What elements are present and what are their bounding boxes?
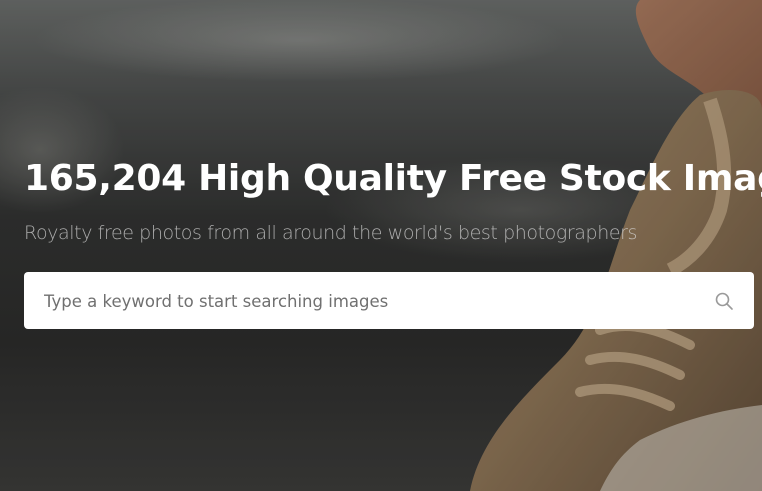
search-icon[interactable]	[714, 291, 734, 311]
search-input[interactable]	[42, 272, 706, 331]
hero-banner: 165,204 High Quality Free Stock Images R…	[0, 0, 762, 491]
page-title: 165,204 High Quality Free Stock Images	[24, 158, 762, 199]
search-bar	[24, 272, 754, 331]
dark-overlay	[0, 0, 762, 491]
page-subtitle: Royalty free photos from all around the …	[24, 222, 638, 244]
